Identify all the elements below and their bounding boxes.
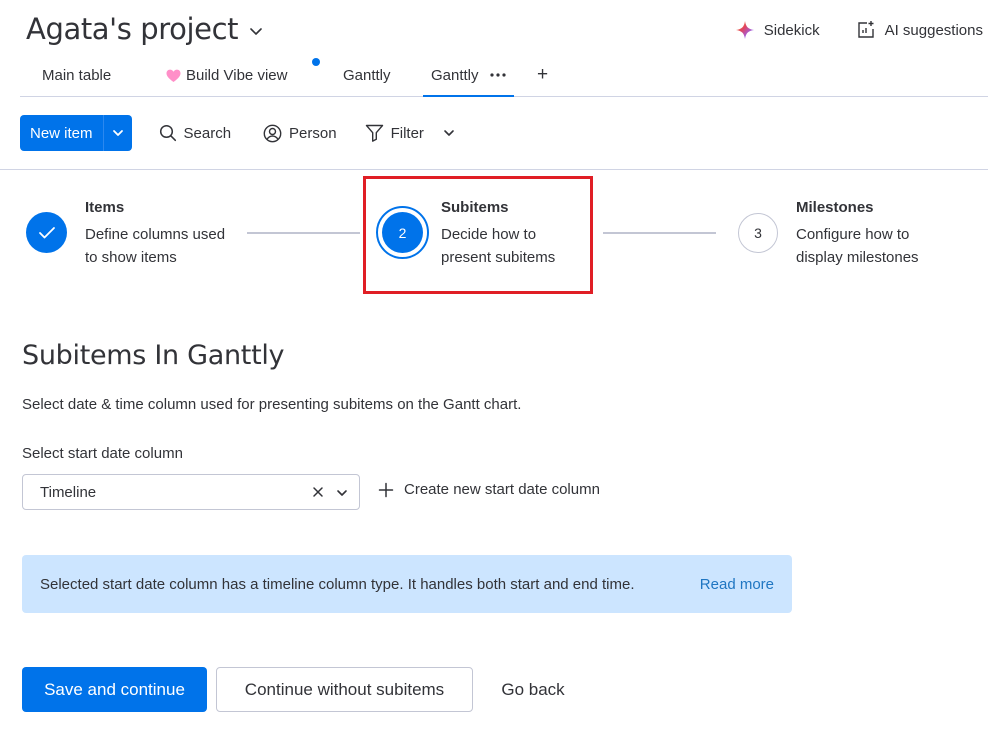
plus-icon [378,482,394,498]
tab-label: Build Vibe view [186,67,288,84]
ai-suggestions-button[interactable]: AI suggestions [856,20,983,40]
chevron-down-icon[interactable] [442,126,456,140]
tab-ganttly-2[interactable]: Ganttly [423,55,514,97]
ai-suggestions-label: AI suggestions [884,21,983,39]
search-icon [159,124,177,142]
tab-label: Ganttly [343,67,391,84]
filter-label: Filter [390,124,424,142]
more-options-icon[interactable] [489,73,506,77]
save-and-continue-button[interactable]: Save and continue [22,667,207,712]
clear-icon[interactable] [310,484,326,500]
section-title: Subitems In Ganttly [22,340,285,371]
start-date-value: Timeline [40,483,97,501]
filter-button[interactable]: Filter [365,124,456,142]
go-back-button[interactable]: Go back [490,667,576,712]
sparkle-icon [735,20,755,40]
start-date-label: Select start date column [22,445,183,462]
person-label: Person [289,124,337,142]
filter-icon [365,124,384,142]
step-connector [603,232,716,234]
step-3-description: Configure how to display milestones [796,226,919,266]
step-3-title: Milestones [796,199,874,216]
check-icon [26,212,67,253]
add-view-button[interactable]: + [537,64,548,86]
top-actions: Sidekick AI suggestions [735,20,983,40]
info-banner: Selected start date column has a timelin… [22,555,792,613]
person-filter-button[interactable]: Person [263,124,337,143]
tab-ganttly-1[interactable]: Ganttly [343,55,391,96]
step-1-title: Items [85,199,125,216]
sidekick-button[interactable]: Sidekick [735,20,820,40]
chevron-down-icon[interactable] [104,115,132,151]
chevron-down-icon[interactable] [248,23,264,39]
person-icon [263,124,282,143]
toolbar-divider [0,169,988,170]
start-date-select[interactable]: Timeline [22,474,360,510]
ai-suggestions-icon [856,20,876,40]
step-connector [247,232,360,234]
tab-label: Main table [42,67,112,84]
section-description: Select date & time column used for prese… [22,396,522,413]
new-item-label[interactable]: New item [20,115,104,151]
view-tabs: Main table Build Vibe view Ganttly Gantt… [20,55,988,97]
continue-without-subitems-button[interactable]: Continue without subitems [216,667,473,712]
project-title: Agata's project [26,12,239,46]
create-start-date-column-button[interactable]: Create new start date column [378,481,600,498]
step-3-number: 3 [738,213,778,253]
read-more-link[interactable]: Read more [700,576,774,593]
heart-icon [166,69,181,83]
search-label: Search [183,124,232,142]
tab-label: Ganttly [431,66,479,84]
tab-main-table[interactable]: Main table [42,55,111,96]
sidekick-label: Sidekick [763,21,820,39]
create-column-label: Create new start date column [404,481,600,498]
tab-build-vibe-view[interactable]: Build Vibe view [166,55,287,96]
new-indicator-dot [312,58,320,66]
board-toolbar: New item Search Person Filter [20,115,456,151]
step-1-description: Define columns used to show items [85,226,226,266]
chevron-down-icon[interactable] [335,486,349,500]
info-text: Selected start date column has a timelin… [40,575,635,593]
new-item-button[interactable]: New item [20,115,132,151]
project-header: Agata's project [26,12,264,46]
current-step-highlight [363,176,593,294]
search-button[interactable]: Search [159,124,232,142]
